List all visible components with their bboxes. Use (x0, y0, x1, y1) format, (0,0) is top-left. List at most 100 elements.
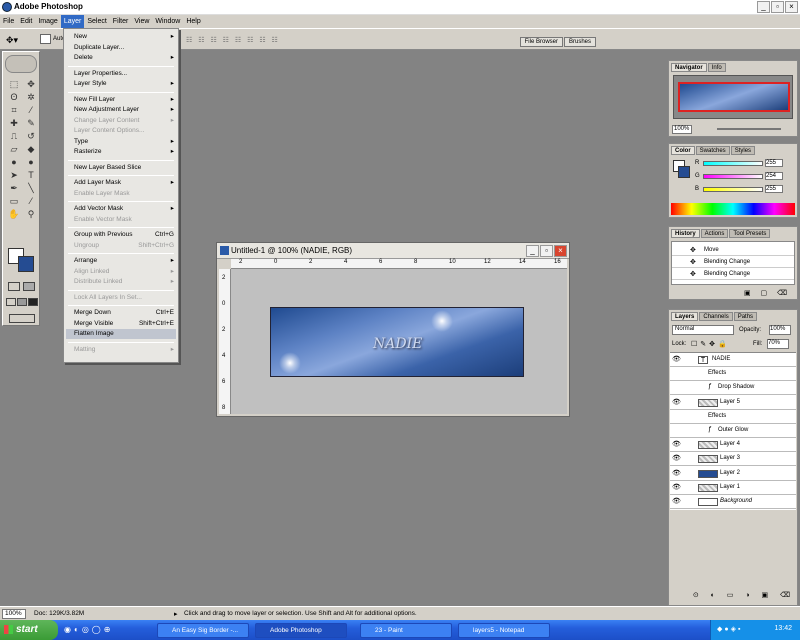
panel-tab[interactable]: Actions (700, 229, 729, 238)
g-value[interactable]: 254 (765, 172, 783, 180)
opacity-field[interactable]: 100% (769, 325, 791, 335)
doc-minimize-button[interactable]: _ (526, 245, 539, 257)
menu-item[interactable]: Flatten Image (66, 329, 176, 339)
menu-layer[interactable]: Layer (60, 15, 85, 28)
lock-buttons[interactable]: ☐✎✥🔒 (691, 340, 730, 348)
taskbar-button[interactable]: An Easy Sig Border -... (157, 623, 249, 638)
menu-item[interactable]: New Fill Layer ▸ (74, 95, 174, 105)
g-slider[interactable] (703, 174, 763, 179)
menu-item[interactable]: Delete ▸ (74, 53, 174, 63)
quicklaunch-icons[interactable]: ◉◐◎◯⊕ (64, 625, 113, 634)
layer-row[interactable]: 👁 Layer 1 (670, 481, 796, 495)
b-value[interactable]: 255 (765, 185, 783, 193)
standard-mode-icon[interactable] (8, 282, 20, 291)
menu-filter[interactable]: Filter (110, 15, 132, 28)
panel-tab[interactable]: Paths (733, 312, 758, 321)
color-ramp[interactable] (671, 203, 795, 215)
layer-row[interactable]: 👁 T NADIE (670, 353, 796, 367)
path-select-icon[interactable]: ➤ (7, 169, 21, 181)
color-background[interactable] (678, 166, 690, 178)
panel-tab[interactable]: Info (707, 63, 726, 72)
layer-row[interactable]: Effects (670, 410, 796, 424)
background-color-swatch[interactable] (18, 256, 34, 272)
eye-icon[interactable]: 👁 (672, 497, 682, 507)
menu-item[interactable]: Rasterize ▸ (74, 147, 174, 157)
navigator-zoom-slider[interactable] (717, 128, 781, 130)
menu-item[interactable]: Arrange ▸ (74, 256, 174, 266)
healing-brush-icon[interactable]: ✚ (7, 117, 21, 129)
slice-tool-icon[interactable]: ⁄ (24, 104, 38, 116)
palette-well-tab[interactable]: File Browser (519, 37, 563, 47)
auto-select-checkbox[interactable] (40, 34, 51, 44)
layer-row[interactable]: 👁 Background (670, 495, 796, 509)
menu-window[interactable]: Window (152, 15, 183, 28)
panel-tab[interactable]: Swatches (695, 146, 730, 155)
panel-tab[interactable]: Tool Presets (729, 229, 771, 238)
layer-row[interactable]: 👁 Layer 4 (670, 438, 796, 453)
menu-item[interactable]: Add Layer Mask ▸ (74, 178, 174, 188)
menu-image[interactable]: Image (35, 15, 60, 28)
type-tool-icon[interactable]: T (24, 169, 38, 181)
panel-tab[interactable]: Styles (730, 146, 756, 155)
maximize-button[interactable]: ▫ (771, 1, 784, 13)
menu-item[interactable]: Duplicate Layer... (74, 43, 174, 53)
menu-item[interactable]: Group with Previous Ctrl+G (74, 230, 174, 240)
crop-tool-icon[interactable]: ⌗ (7, 104, 21, 116)
adobe-online-icon[interactable] (5, 55, 37, 73)
brush-tool-icon[interactable]: ✎ (24, 117, 38, 129)
minimize-button[interactable]: _ (757, 1, 770, 13)
menu-item[interactable]: New Adjustment Layer ▸ (74, 105, 174, 115)
magic-wand-tool-icon[interactable]: ✲ (24, 91, 38, 103)
menu-help[interactable]: Help (183, 15, 203, 28)
navigator-zoom-field[interactable]: 100% (672, 125, 692, 134)
hand-tool-icon[interactable]: ✋ (7, 208, 21, 220)
screen-mode-standard-icon[interactable] (6, 298, 16, 306)
menu-item[interactable]: New ▸ (74, 32, 174, 42)
eye-icon[interactable]: 👁 (672, 398, 682, 408)
eyedropper-icon[interactable]: ⁄ (24, 195, 38, 207)
menu-item[interactable]: Layer Style ▸ (74, 79, 174, 89)
eye-icon[interactable]: 👁 (672, 469, 682, 479)
r-value[interactable]: 255 (765, 159, 783, 167)
document-titlebar[interactable]: Untitled-1 @ 100% (NADIE, RGB) _ ▫ × (217, 243, 569, 259)
menu-item[interactable]: Add Vector Mask ▸ (74, 204, 174, 214)
taskbar-button[interactable]: layers5 - Notepad (458, 623, 550, 638)
fill-field[interactable]: 70% (767, 339, 789, 349)
history-item[interactable]: ✥ Move (672, 244, 794, 256)
line-tool-icon[interactable]: ╲ (24, 182, 38, 194)
eye-icon[interactable]: 👁 (672, 355, 682, 365)
history-item[interactable]: ✥ Blending Change (672, 256, 794, 268)
move-tool-icon[interactable]: ✥ (24, 78, 38, 90)
b-slider[interactable] (703, 187, 763, 192)
lasso-tool-icon[interactable]: ʘ (7, 91, 21, 103)
taskbar-button[interactable]: Adobe Photoshop (255, 623, 347, 638)
eye-icon[interactable]: 👁 (672, 454, 682, 464)
screen-mode-full-icon[interactable] (28, 298, 38, 306)
menu-item[interactable]: Merge Visible Shift+Ctrl+E (74, 319, 174, 329)
panel-tab[interactable]: History (671, 229, 700, 238)
history-brush-icon[interactable]: ↺ (24, 130, 38, 142)
marquee-tool-icon[interactable]: ⬚ (7, 78, 21, 90)
panel-tab[interactable]: Layers (671, 312, 699, 321)
layer-row[interactable]: ƒ Outer Glow (670, 424, 796, 438)
panel-tab[interactable]: Channels (699, 312, 733, 321)
layer-row[interactable]: 👁 Layer 5 (670, 396, 796, 410)
quick-mask-icon[interactable] (23, 282, 35, 291)
paint-bucket-icon[interactable]: ◆ (24, 143, 38, 155)
layers-buttons[interactable]: ⊙ ◐ ▭ ◑ ▣ ⌫ (671, 591, 795, 603)
dodge-tool-icon[interactable]: ● (24, 156, 38, 168)
blur-tool-icon[interactable]: ● (7, 156, 21, 168)
blend-mode-select[interactable]: Normal (672, 325, 734, 335)
align-buttons[interactable]: ☷ ☷ ☷ ☷ ☷ ☷ ☷ ☷ (186, 36, 280, 44)
navigator-preview[interactable] (673, 75, 793, 119)
eraser-tool-icon[interactable]: ▱ (7, 143, 21, 155)
panel-tab[interactable]: Color (671, 146, 695, 155)
r-slider[interactable] (703, 161, 763, 166)
menu-item[interactable]: Type ▸ (74, 137, 174, 147)
menu-select[interactable]: Select (84, 15, 109, 28)
screen-mode-full-menu-icon[interactable] (17, 298, 27, 306)
close-button[interactable]: × (785, 1, 798, 13)
move-tool-icon[interactable]: ✥▾ (6, 35, 18, 46)
start-button[interactable]: start (0, 620, 58, 640)
eye-icon[interactable]: 👁 (672, 483, 682, 493)
